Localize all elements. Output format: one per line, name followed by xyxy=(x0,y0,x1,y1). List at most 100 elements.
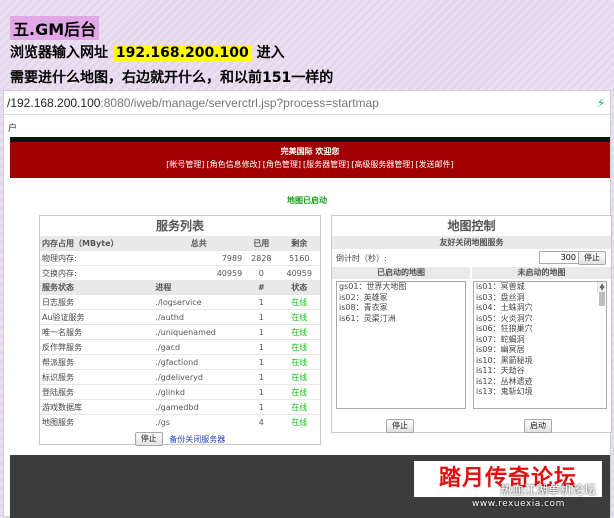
list-item[interactable]: is11：天劫谷 xyxy=(474,366,606,377)
service-panel-title: 服务列表 xyxy=(155,219,204,233)
list-item[interactable]: is61：灵渠汀洲 xyxy=(337,314,465,325)
service-header-row: 服务状态 进程 # 状态 xyxy=(40,280,320,295)
backup-shutdown-link[interactable]: 备份关闭服务器 xyxy=(169,435,225,444)
list-item[interactable]: is08：青衣冢 xyxy=(337,303,465,314)
service-process: ./gdeliveryd xyxy=(153,369,245,385)
nav-account[interactable]: 帐号管理 xyxy=(169,160,201,169)
service-status: 在线 xyxy=(278,384,320,400)
list-item[interactable]: is04：土蛛洞穴 xyxy=(474,303,606,314)
reload-icon[interactable]: ⚡ xyxy=(596,96,606,110)
started-maps-list[interactable]: gs01：世界大地图 is02：英雄冢 is08：青衣冢 is61：灵渠汀洲 xyxy=(336,281,466,409)
slide-heading: 五.GM后台 xyxy=(10,16,100,40)
countdown-row: 倒计时（秒）: 停止 xyxy=(332,249,611,267)
memory-used: 2828 xyxy=(244,250,279,266)
list-item[interactable]: is06：狂狼巢穴 xyxy=(474,324,606,335)
service-process: ./gamedbd xyxy=(153,399,245,415)
service-name: 唯一名服务 xyxy=(40,324,154,340)
nav-role-info[interactable]: 角色信息修改 xyxy=(210,160,258,169)
memory-total: 40959 xyxy=(153,265,245,280)
memory-free-header: 剩余 xyxy=(278,236,320,251)
service-count: 1 xyxy=(244,324,279,340)
list-item[interactable]: is12：丛林遗迹 xyxy=(474,377,606,388)
bookmark-fragment: 户 xyxy=(8,124,18,134)
address-path: :8080/iweb/manage/serverctrl.jsp?process… xyxy=(100,96,379,110)
stop-map-button[interactable]: 停止 xyxy=(386,419,414,433)
stopped-maps-heading: 未启动的地图 xyxy=(472,267,611,279)
scroll-down-icon[interactable]: ▼ xyxy=(598,285,606,293)
service-status: 在线 xyxy=(278,324,320,340)
table-row: 地图服务 ./gs 4 在线 xyxy=(40,414,320,429)
table-row: 游戏数据库 ./gamedbd 1 在线 xyxy=(40,399,320,415)
nav-advanced-server[interactable]: 高级服务器管理 xyxy=(354,160,410,169)
map-columns: 已启动的地图 未启动的地图 gs01：世界大地图 is02：英雄冢 is08：青… xyxy=(332,267,611,417)
service-process: ./logservice xyxy=(153,294,245,310)
service-name: 登陆服务 xyxy=(40,384,154,400)
service-process: ./gs xyxy=(153,414,245,429)
slide-instruction-1: 浏览器输入网址 192.168.200.100 进入 xyxy=(10,42,285,62)
state-header: 状态 xyxy=(278,280,320,295)
memory-total: 7989 xyxy=(153,250,245,266)
ip-highlight: 192.168.200.100 xyxy=(112,45,252,61)
service-name: 日志服务 xyxy=(40,294,154,310)
table-row: 标识服务 ./gdeliveryd 1 在线 xyxy=(40,369,320,385)
service-count: 1 xyxy=(244,294,279,310)
list-item[interactable]: is01：冥兽城 xyxy=(474,282,606,293)
countdown-stop-button[interactable]: 停止 xyxy=(578,251,606,265)
service-process: ./glinkd xyxy=(153,384,245,400)
memory-header: 内存占用（MByte） xyxy=(40,236,154,251)
table-row: 唯一名服务 ./uniquenamed 1 在线 xyxy=(40,324,320,340)
list-item[interactable]: is02：英雄冢 xyxy=(337,293,465,304)
nav-role-manage[interactable]: 角色管理 xyxy=(266,160,298,169)
service-status: 在线 xyxy=(278,414,320,429)
table-row: 日志服务 ./logservice 1 在线 xyxy=(40,294,320,310)
count-header: # xyxy=(244,280,279,295)
stopped-maps-list[interactable]: is01：冥兽城 is03：盘丝洞 is04：土蛛洞穴 is05：火炎洞穴 is… xyxy=(473,281,607,409)
service-name: 标识服务 xyxy=(40,369,154,385)
table-row: 登陆服务 ./glinkd 1 在线 xyxy=(40,384,320,400)
service-count: 1 xyxy=(244,369,279,385)
list-item[interactable]: is09：幽冥居 xyxy=(474,345,606,356)
status-message: 地图已启动 xyxy=(287,196,327,205)
site-banner: 完美国际 欢迎您 [帐号管理] [角色信息修改] [角色管理] [服务器管理] [高级服… xyxy=(10,142,610,178)
map-actions: 停止 启动 xyxy=(332,417,611,433)
list-item[interactable]: gs01：世界大地图 xyxy=(337,282,465,293)
friendly-close-heading: 友好关闭地图服务 xyxy=(332,236,611,249)
stop-services-button[interactable]: 停止 xyxy=(134,432,163,446)
address-bar[interactable]: /192.168.200.100:8080/iweb/manage/server… xyxy=(4,91,610,115)
instruction-suffix: 进入 xyxy=(256,45,285,61)
list-item[interactable]: is07：蛇蝎洞 xyxy=(474,335,606,346)
nav-server-manage[interactable]: 服务器管理 xyxy=(306,160,346,169)
countdown-input[interactable] xyxy=(539,251,579,264)
service-name: Au验证服务 xyxy=(40,309,154,325)
memory-header-row: 内存占用（MByte） 总共 已用 剩余 xyxy=(40,236,320,251)
table-row: 物理内存: 7989 2828 5160 xyxy=(40,250,320,266)
address-host: /192.168.200.100 xyxy=(7,96,101,110)
stopped-maps-scrollbar[interactable]: ▲ ▼ xyxy=(597,282,606,306)
scroll-thumb[interactable] xyxy=(599,292,605,306)
list-item[interactable]: is13：鬼斩幻境 xyxy=(474,387,606,398)
list-item[interactable]: is05：火炎洞穴 xyxy=(474,314,606,325)
memory-total-header: 总共 xyxy=(153,236,245,251)
start-map-button[interactable]: 启动 xyxy=(524,419,552,433)
table-row: Au验证服务 ./authd 1 在线 xyxy=(40,309,320,325)
service-status: 在线 xyxy=(278,369,320,385)
watermark-text: 热血江湖单机论坛 xyxy=(500,483,597,497)
list-item[interactable]: is10：黑箭秘境 xyxy=(474,356,606,367)
service-name: 反作弊服务 xyxy=(40,339,154,355)
service-process: ./uniquenamed xyxy=(153,324,245,340)
nav-send-mail[interactable]: 发送邮件 xyxy=(419,160,451,169)
memory-used-header: 已用 xyxy=(244,236,279,251)
map-panel-title: 地图控制 xyxy=(447,219,496,233)
slide-instruction-2: 需要进什么地图，右边就开什么，和以前151一样的 xyxy=(10,70,334,86)
service-process: ./gfactiond xyxy=(153,354,245,370)
service-count: 1 xyxy=(244,339,279,355)
memory-label: 物理内存: xyxy=(40,250,154,266)
memory-label: 交换内存: xyxy=(40,265,154,280)
started-maps-heading: 已启动的地图 xyxy=(332,267,470,279)
map-control-panel: 地图控制 友好关闭地图服务 倒计时（秒）: 停止 已启动的地图 未启动的地图 g… xyxy=(331,215,612,433)
service-process: ./gacd xyxy=(153,339,245,355)
service-count: 1 xyxy=(244,399,279,415)
service-name: 帮派服务 xyxy=(40,354,154,370)
service-count: 4 xyxy=(244,414,279,429)
list-item[interactable]: is03：盘丝洞 xyxy=(474,293,606,304)
